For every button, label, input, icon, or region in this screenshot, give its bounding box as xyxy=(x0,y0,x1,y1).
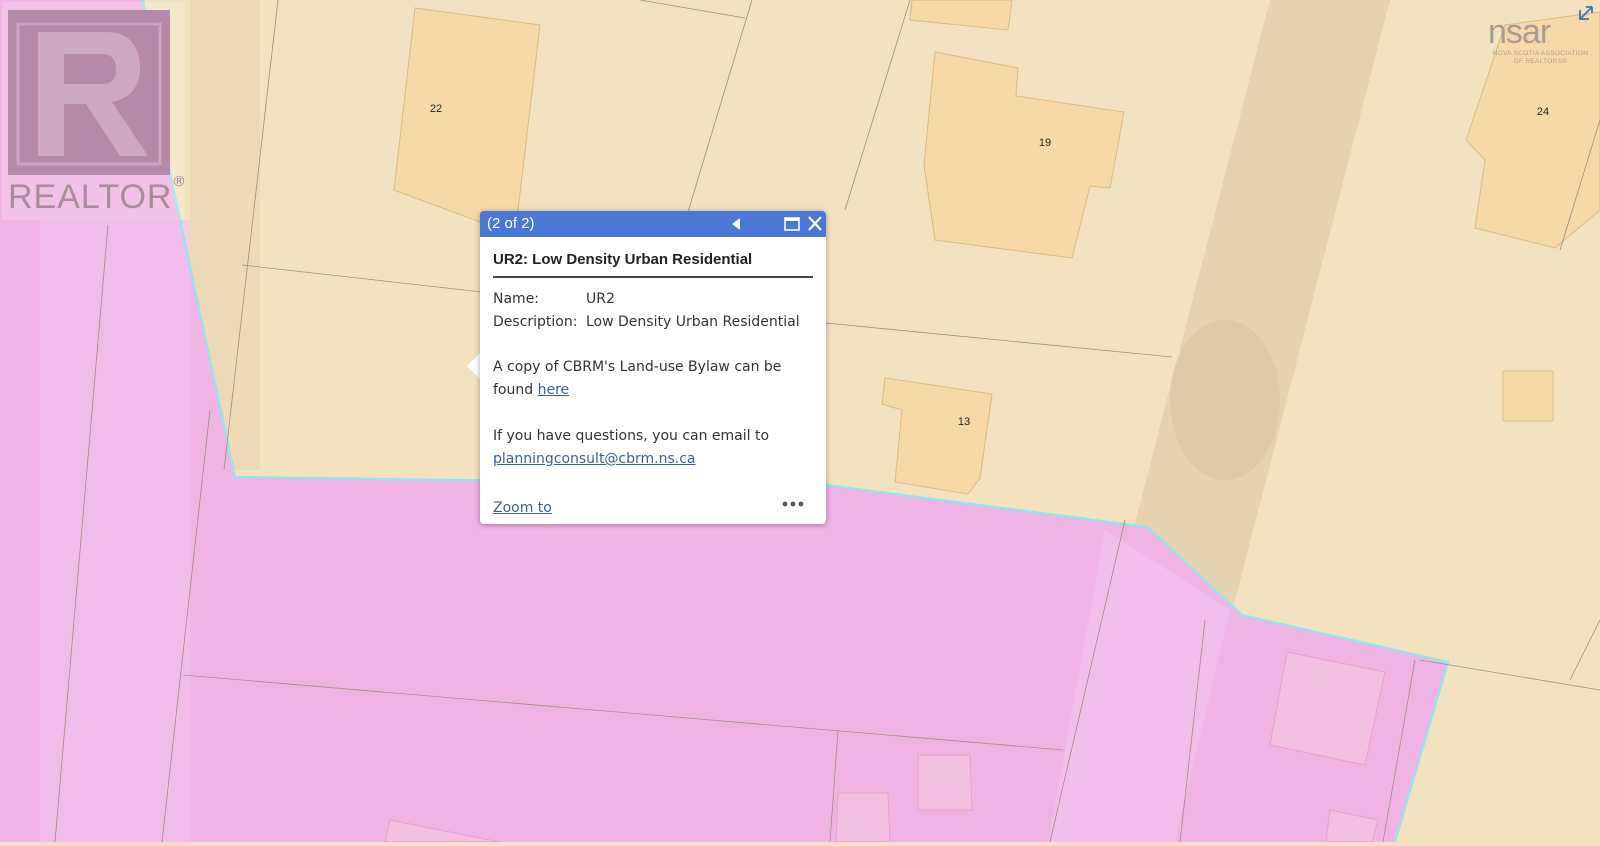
popup-title: UR2: Low Density Urban Residential xyxy=(493,251,753,268)
bylaw-link[interactable]: here xyxy=(538,382,570,398)
field-label: Description: xyxy=(493,314,578,330)
parcel-number-label: 22 xyxy=(429,103,443,115)
ellipsis-icon xyxy=(782,501,804,507)
road-blur xyxy=(1170,320,1280,480)
close-icon xyxy=(808,216,822,231)
more-options-button[interactable] xyxy=(780,494,806,514)
field-value: Low Density Urban Residential xyxy=(586,314,800,330)
building-footprint[interactable] xyxy=(1269,651,1386,766)
feature-popup: (2 of 2) UR2: Low Density Urban Resident… xyxy=(480,211,826,524)
triangle-left-icon xyxy=(732,218,740,230)
nsar-subtitle: OF REALTORS® xyxy=(1513,58,1568,65)
bylaw-paragraph: A copy of CBRM's Land-use Bylaw can be f… xyxy=(493,356,813,402)
parcel-number-label: 13 xyxy=(957,416,971,428)
field-row-description: Description: Low Density Urban Residentia… xyxy=(493,314,800,330)
parcel-number-label: 24 xyxy=(1536,106,1550,118)
popup-pointer xyxy=(467,353,480,379)
bylaw-text: found xyxy=(493,382,538,398)
expand-icon[interactable] xyxy=(1577,2,1597,22)
road-band xyxy=(40,220,190,842)
nsar-subtitle: NOVA SCOTIA ASSOCIATION xyxy=(1492,50,1589,57)
title-divider xyxy=(493,276,813,278)
bylaw-text: A copy of CBRM's Land-use Bylaw can be xyxy=(493,359,782,375)
building-footprint[interactable] xyxy=(917,754,973,811)
questions-paragraph: If you have questions, you can email to … xyxy=(493,425,813,471)
popup-header: (2 of 2) xyxy=(480,211,826,237)
popup-counter: (2 of 2) xyxy=(487,215,535,232)
maximize-button[interactable] xyxy=(783,211,801,237)
registered-mark: ® xyxy=(172,174,186,190)
field-label: Name: xyxy=(493,291,540,307)
building-footprint[interactable] xyxy=(1502,370,1554,422)
realtor-wordmark: REALTOR xyxy=(8,178,173,216)
field-row-name: Name: UR2 xyxy=(493,291,615,307)
building-footprint[interactable] xyxy=(835,792,891,843)
questions-text: If you have questions, you can email to xyxy=(493,428,770,444)
zoom-to-link[interactable]: Zoom to xyxy=(493,500,552,516)
nsar-logo: nsar NOVA SCOTIA ASSOCIATION OF REALTORS… xyxy=(1488,14,1593,70)
previous-feature-button[interactable] xyxy=(728,211,744,237)
parcel-number-label: 19 xyxy=(1038,137,1052,149)
realtor-logo-icon xyxy=(8,10,170,175)
close-button[interactable] xyxy=(806,211,824,237)
realtor-watermark: REALTOR ® xyxy=(2,2,186,220)
email-link[interactable]: planningconsult@cbrm.ns.ca xyxy=(493,451,696,467)
field-value: UR2 xyxy=(586,291,615,307)
